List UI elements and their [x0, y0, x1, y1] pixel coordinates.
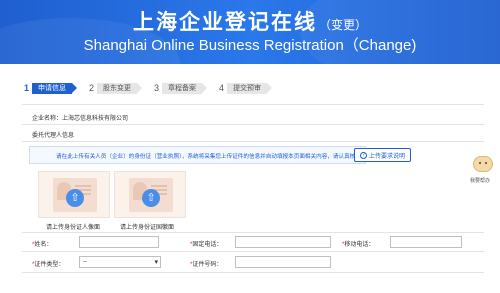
- main-panel: 1 申请信息 2 股东变更 3 章程备案 4 提交预审 企业名称：上海芯信息科技…: [16, 76, 486, 293]
- phone-label-text: 固定电话：: [192, 242, 223, 248]
- step-1[interactable]: 1 申请信息: [24, 82, 78, 94]
- id-type-select[interactable]: -- ▾: [79, 256, 161, 268]
- step-1-label: 申请信息: [32, 82, 73, 94]
- mascot-eye: [479, 162, 481, 164]
- section-title-agent: 委托代理人信息: [32, 133, 75, 139]
- notice-text: 请在此上传有关人员（企业）的身份证（营业执照），系统将采集您上传证件的信息并自动…: [56, 154, 367, 160]
- upload-id-front-label: 请上传身份证人像面: [46, 225, 101, 231]
- id-type-selected: --: [83, 259, 87, 265]
- divider: [22, 104, 484, 105]
- upload-id-front[interactable]: ⇧: [38, 171, 110, 218]
- name-input[interactable]: [79, 236, 159, 248]
- step-progress: 1 申请信息 2 股东变更 3 章程备案 4 提交预审: [24, 81, 284, 95]
- assistant-label[interactable]: 我要帮办: [470, 177, 490, 184]
- step-2[interactable]: 2 股东变更: [89, 82, 143, 94]
- step-1-number: 1: [24, 83, 30, 93]
- name-label-text: 姓名：: [34, 242, 53, 248]
- step-4[interactable]: 4 提交预审: [219, 82, 273, 94]
- title-cn-suffix: （变更）: [318, 18, 367, 32]
- phone-label: *固定电话：: [190, 239, 222, 248]
- question-icon: ?: [360, 151, 367, 159]
- step-3-number: 3: [154, 83, 160, 93]
- name-label: *姓名：: [32, 239, 52, 248]
- page-title-cn: 上海企业登记在线 （变更）: [0, 6, 500, 36]
- divider: [22, 124, 484, 125]
- step-2-arrow-icon: [137, 83, 143, 93]
- step-4-label: 提交预审: [227, 82, 268, 94]
- step-3-arrow-icon: [202, 83, 208, 93]
- notice-box: 请在此上传有关人员（企业）的身份证（营业执照），系统将采集您上传证件的信息并自动…: [29, 146, 366, 164]
- upload-arrow-icon: ⇧: [142, 189, 160, 207]
- id-type-label: *证件类型：: [32, 259, 64, 268]
- step-4-number: 4: [219, 83, 225, 93]
- mascot-body: [473, 156, 493, 172]
- upload-id-back[interactable]: ⇧: [114, 171, 186, 218]
- step-2-label: 股东变更: [97, 82, 138, 94]
- id-number-input[interactable]: [235, 256, 331, 268]
- id-type-label-text: 证件类型：: [34, 262, 65, 268]
- text-lines-icon: [75, 185, 91, 187]
- divider: [22, 251, 484, 252]
- mobile-input[interactable]: [390, 236, 462, 248]
- title-cn-text: 上海企业登记在线: [132, 10, 317, 34]
- step-4-arrow-icon: [267, 83, 273, 93]
- mobile-label-text: 移动电话：: [344, 242, 375, 248]
- mobile-label: *移动电话：: [342, 239, 374, 248]
- divider: [22, 141, 484, 142]
- mascot-eye: [485, 162, 487, 164]
- step-3-label: 章程备案: [162, 82, 203, 94]
- page-title-en: Shanghai Online Business Registration（Ch…: [83, 37, 417, 54]
- id-number-label-text: 证件号码：: [192, 262, 223, 268]
- divider: [22, 272, 484, 273]
- id-number-label: *证件号码：: [190, 259, 222, 268]
- step-3[interactable]: 3 章程备案: [154, 82, 208, 94]
- divider: [22, 232, 484, 233]
- upload-id-back-label: 请上传身份证国徽面: [120, 225, 175, 231]
- company-name-label: 企业名称：: [32, 116, 63, 122]
- header-banner: 上海企业登记在线 （变更） Shanghai Online Business Re…: [0, 0, 500, 64]
- chevron-down-icon: ▾: [154, 259, 158, 266]
- assistant-mascot-icon[interactable]: [472, 152, 494, 176]
- text-lines-icon: [151, 185, 167, 187]
- upload-requirements-button[interactable]: ? 上传要求说明: [354, 148, 412, 162]
- upload-arrow-icon: ⇧: [66, 189, 84, 207]
- phone-input[interactable]: [235, 236, 331, 248]
- step-1-arrow-icon: [72, 83, 78, 93]
- upload-requirements-label: 上传要求说明: [369, 153, 406, 160]
- company-name-value: 上海芯信息科技有限公司: [62, 116, 129, 122]
- company-name-row: 企业名称：上海芯信息科技有限公司: [32, 113, 128, 122]
- step-2-number: 2: [89, 83, 95, 93]
